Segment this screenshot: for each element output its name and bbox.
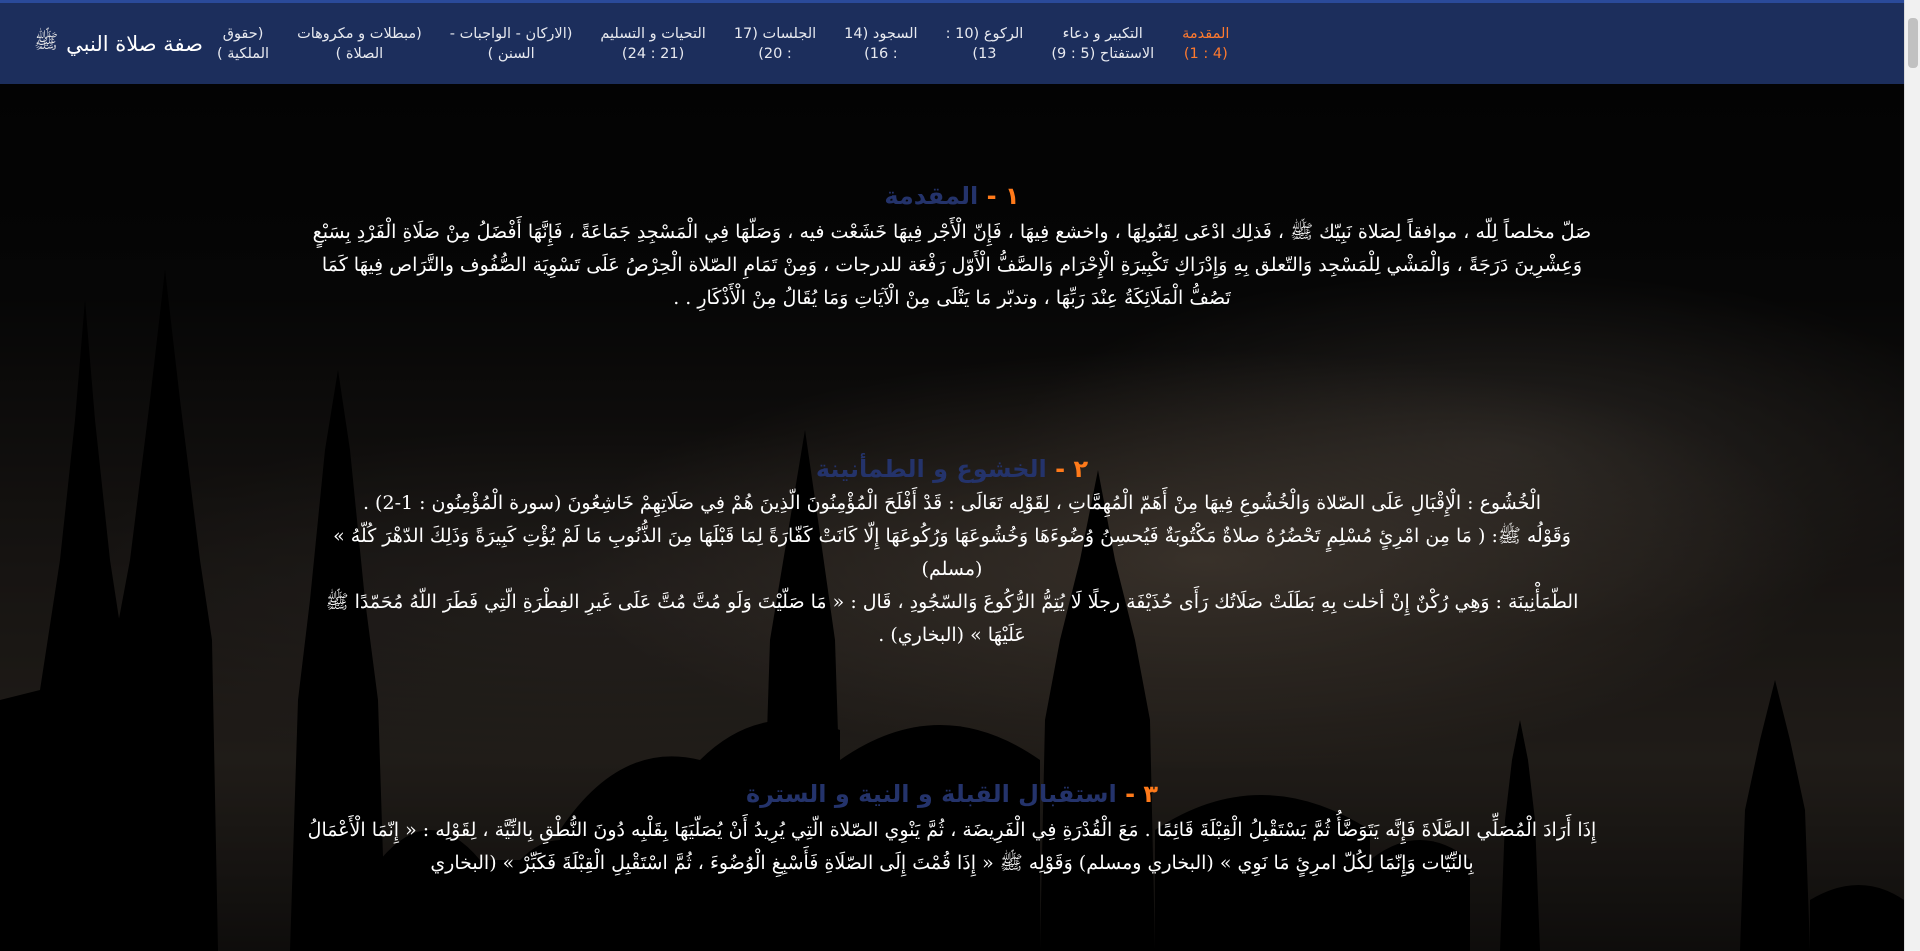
nav-item-2[interactable]: الركوع (10 : 13) [932, 24, 1038, 64]
section-title: الخشوع و الطمأنينة [815, 455, 1047, 483]
nav-item-label: الجلسات (17 [733, 25, 817, 42]
section-title: استقبال القبلة و النية و السترة [745, 780, 1117, 808]
nav-item-0[interactable]: المقدمة (4 : 1) [1168, 24, 1243, 64]
section-paragraph: الطّمَأْنِينَة : وَهِي رُكْنٌ إِنْ أخلت … [325, 591, 1579, 646]
section-number: ١ - [986, 182, 1020, 210]
nav-item-range: (21 : 24) [621, 45, 685, 62]
nav-item-7[interactable]: (مبطلات و مكروهات الصلاة ) [283, 24, 436, 64]
nav-item-label: (حقوق [222, 25, 264, 42]
nav-item-range: : 16) [864, 45, 898, 62]
scrollbar-thumb[interactable] [1908, 18, 1918, 68]
nav-item-range: (4 : 1) [1183, 45, 1228, 62]
nav-item-range: الملكية ) [217, 45, 270, 62]
nav-item-6[interactable]: (الاركان - الواجبات - السنن ) [436, 24, 587, 64]
page-scrollbar[interactable] [1904, 0, 1920, 951]
nav-item-range: 13) [972, 45, 997, 62]
section-introduction: ١ - المقدمة صَلّ مخلصاً لِلّه ، موافقاً … [300, 182, 1604, 315]
nav-item-range: الصلاة ) [335, 45, 384, 62]
nav-item-4[interactable]: الجلسات (17 : 20) [720, 24, 830, 64]
nav-item-label: التحيات و التسليم [600, 25, 706, 42]
section-title: المقدمة [884, 182, 979, 210]
section-khushu: ٢ - الخشوع و الطمأنينة الْخُشُوع : الْإِ… [300, 455, 1604, 652]
main-content: ١ - المقدمة صَلّ مخلصاً لِلّه ، موافقاً … [300, 84, 1604, 880]
section-number: ٢ - [1055, 455, 1089, 483]
nav-item-label: (مبطلات و مكروهات [297, 25, 422, 42]
nav-item-label: التكبير و دعاء [1062, 25, 1143, 42]
nav-item-5[interactable]: التحيات و التسليم (21 : 24) [586, 24, 719, 64]
nav-item-3[interactable]: السجود (14 : 16) [830, 24, 931, 64]
section-qibla: ٣ - استقبال القبلة و النية و السترة إِذَ… [300, 780, 1604, 880]
section-text: إِذَا أَرَادَ الْمُصَلِّي الصَّلَاةَ فَإ… [307, 819, 1597, 874]
section-heading: ٣ - استقبال القبلة و النية و السترة [300, 780, 1604, 808]
section-paragraph: وَقَوْلُه ﷺ: ( مَا مِن امْرِئٍ مُسْلِمٍ … [333, 525, 1571, 580]
nav-item-range: الاستفتاح (5 : 9) [1051, 45, 1155, 62]
nav-item-label: السجود (14 [844, 25, 918, 42]
top-navbar: صفة صلاة النبي ﷺ المقدمة (4 : 1) التكبير و… [0, 0, 1904, 84]
section-heading: ٢ - الخشوع و الطمأنينة [300, 455, 1604, 483]
brand-label: صفة صلاة النبي [66, 31, 204, 56]
section-heading: ١ - المقدمة [300, 182, 1604, 210]
section-paragraph: الْخُشُوع : الْإِقْبَالِ عَلَى الصّلاة و… [362, 492, 1542, 514]
nav-item-1[interactable]: التكبير و دعاء الاستفتاح (5 : 9) [1037, 24, 1168, 64]
section-text: صَلّ مخلصاً لِلّه ، موافقاً لِصَلاة نَبِ… [312, 221, 1592, 309]
nav-item-range: السنن ) [487, 45, 535, 62]
nav-item-range: : 20) [758, 45, 792, 62]
nav-item-label: الركوع (10 : [945, 25, 1024, 42]
nav-item-8[interactable]: (حقوق الملكية ) [203, 24, 283, 64]
nav-item-label: المقدمة [1182, 25, 1230, 42]
brand-seal-icon: ﷺ [34, 29, 59, 53]
nav-menu: المقدمة (4 : 1) التكبير و دعاء الاستفتاح (5… [203, 24, 1243, 64]
section-number: ٣ - [1125, 780, 1159, 808]
brand-title[interactable]: صفة صلاة النبي ﷺ [34, 29, 203, 58]
nav-item-label: (الاركان - الواجبات - [449, 25, 573, 42]
